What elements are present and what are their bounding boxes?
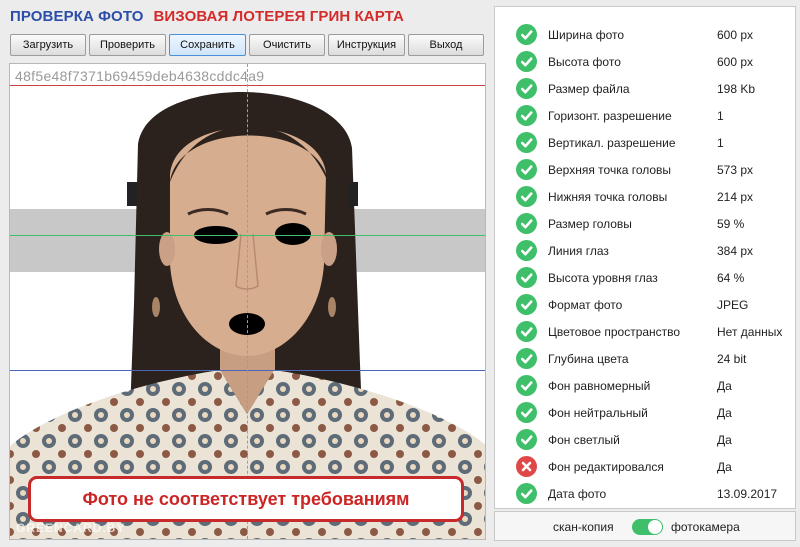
check-ok-icon xyxy=(516,213,537,234)
check-value: 24 bit xyxy=(717,351,747,366)
check-label: Фон нейтральный xyxy=(548,405,648,420)
check-label: Размер головы xyxy=(548,216,632,231)
app-title: ПРОВЕРКА ФОТО ВИЗОВАЯ ЛОТЕРЕЯ ГРИН КАРТА xyxy=(10,8,490,30)
check-label: Дата фото xyxy=(548,486,607,501)
clear-button[interactable]: Очистить xyxy=(249,34,325,56)
check-value: 1 xyxy=(717,135,724,150)
check-ok-icon xyxy=(516,51,537,72)
check-results-panel: Ширина фото 600 px Высота фото 600 px Размер… xyxy=(494,6,796,509)
check-value: Да xyxy=(717,459,732,474)
check-ok-icon xyxy=(516,24,537,45)
check-ok-icon xyxy=(516,240,537,261)
check-row: Верхняя точка головы 573 px xyxy=(495,156,795,183)
check-ok-icon xyxy=(516,78,537,99)
check-value: 59 % xyxy=(717,216,745,231)
check-value: 384 px xyxy=(717,243,754,258)
check-value: JPEG xyxy=(717,297,749,312)
check-row: Высота уровня глаз 64 % xyxy=(495,264,795,291)
check-value: 198 Kb xyxy=(717,81,756,96)
check-ok-icon xyxy=(516,186,537,207)
check-ok-icon xyxy=(516,321,537,342)
photo-preview: 48f5e48f7371b69459deb4638cddc4a9 Фото не… xyxy=(9,63,486,540)
check-label: Размер файла xyxy=(548,81,630,96)
watermark-text: GREENCARD.BY xyxy=(16,521,126,535)
check-row: Высота фото 600 px xyxy=(495,48,795,75)
mode-toggle-bar: скан-копия фотокамера xyxy=(494,511,796,541)
photo-hash-id: 48f5e48f7371b69459deb4638cddc4a9 xyxy=(15,68,265,84)
check-button[interactable]: Проверить xyxy=(89,34,166,56)
check-value: Да xyxy=(717,378,732,393)
check-ok-icon xyxy=(516,429,537,450)
check-ok-icon xyxy=(516,375,537,396)
check-label: Высота уровня глаз xyxy=(548,270,658,285)
check-label: Фон равномерный xyxy=(548,378,651,393)
check-value: Да xyxy=(717,405,732,420)
exit-button[interactable]: Выход xyxy=(408,34,484,56)
check-label: Высота фото xyxy=(548,54,621,69)
check-label: Линия глаз xyxy=(548,243,609,258)
portrait-photo xyxy=(10,91,485,539)
scan-copy-label: скан-копия xyxy=(553,520,614,534)
check-row: Дата фото 13.09.2017 xyxy=(495,480,795,507)
check-ok-icon xyxy=(516,267,537,288)
check-ok-icon xyxy=(516,348,537,369)
check-label: Фон редактировался xyxy=(548,459,664,474)
check-value: Нет данных xyxy=(717,324,783,339)
check-row: Формат фото JPEG xyxy=(495,291,795,318)
check-row: Нижняя точка головы 214 px xyxy=(495,183,795,210)
check-row: Ширина фото 600 px xyxy=(495,21,795,48)
check-row: Фон нейтральный Да xyxy=(495,399,795,426)
instructions-button[interactable]: Инструкция xyxy=(328,34,405,56)
check-label: Горизонт. разрешение xyxy=(548,108,672,123)
check-value: 214 px xyxy=(717,189,754,204)
camera-label: фотокамера xyxy=(671,520,740,534)
title-check-photo: ПРОВЕРКА ФОТО xyxy=(10,8,144,25)
check-label: Нижняя точка головы xyxy=(548,189,668,204)
camera-mode-toggle[interactable] xyxy=(632,519,663,535)
save-button[interactable]: Сохранить xyxy=(169,34,246,56)
check-row: Цветовое пространство Нет данных xyxy=(495,318,795,345)
check-label: Верхняя точка головы xyxy=(548,162,672,177)
check-row: Фон равномерный Да xyxy=(495,372,795,399)
check-row: Фон светлый Да xyxy=(495,426,795,453)
toolbar: Загрузить Проверить Сохранить Очистить И… xyxy=(10,34,484,56)
check-error-icon xyxy=(516,456,537,477)
check-row: Горизонт. разрешение 1 xyxy=(495,102,795,129)
center-guide-line xyxy=(247,64,248,539)
check-ok-icon xyxy=(516,402,537,423)
title-lottery: ВИЗОВАЯ ЛОТЕРЕЯ ГРИН КАРТА xyxy=(153,8,404,25)
check-ok-icon xyxy=(516,483,537,504)
check-row: Размер файла 198 Kb xyxy=(495,75,795,102)
check-row: Вертикал. разрешение 1 xyxy=(495,129,795,156)
check-label: Ширина фото xyxy=(548,27,625,42)
check-label: Глубина цвета xyxy=(548,351,629,366)
check-ok-icon xyxy=(516,294,537,315)
check-ok-icon xyxy=(516,132,537,153)
check-label: Формат фото xyxy=(548,297,623,312)
check-label: Цветовое пространство xyxy=(548,324,681,339)
check-value: Да xyxy=(717,432,732,447)
check-row: Глубина цвета 24 bit xyxy=(495,345,795,372)
check-value: 1 xyxy=(717,108,724,123)
check-value: 573 px xyxy=(717,162,754,177)
check-ok-icon xyxy=(516,159,537,180)
check-value: 600 px xyxy=(717,27,754,42)
check-label: Фон светлый xyxy=(548,432,620,447)
check-row: Фон редактировался Да xyxy=(495,453,795,480)
toggle-knob xyxy=(648,520,662,534)
check-row: Линия глаз 384 px xyxy=(495,237,795,264)
load-button[interactable]: Загрузить xyxy=(10,34,86,56)
check-value: 600 px xyxy=(717,54,754,69)
check-value: 13.09.2017 xyxy=(717,486,778,501)
check-value: 64 % xyxy=(717,270,745,285)
check-ok-icon xyxy=(516,105,537,126)
check-label: Вертикал. разрешение xyxy=(548,135,676,150)
warning-banner: Фото не соответствует требованиям xyxy=(28,476,464,522)
check-row: Размер головы 59 % xyxy=(495,210,795,237)
